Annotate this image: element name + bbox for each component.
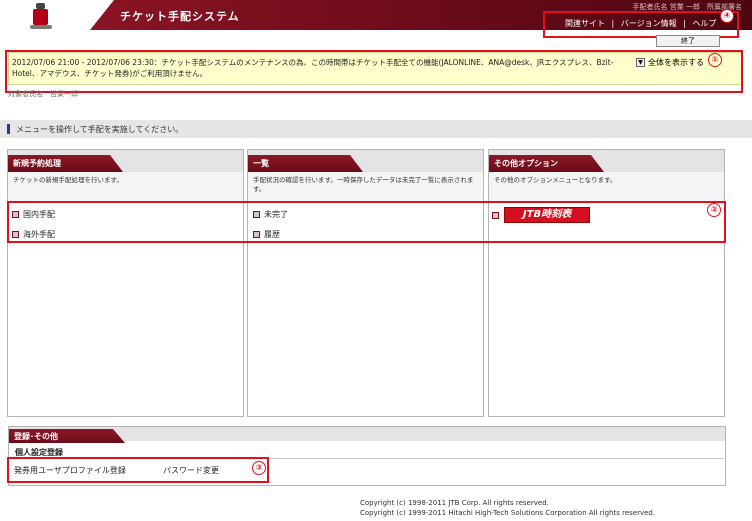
panel-title: 新規予約処理 [13, 159, 61, 168]
copyright: Copyright (c) 1998-2011 JTB Corp. All ri… [360, 498, 655, 518]
panel-title: その他オプション [494, 159, 558, 168]
target-person: 対象者氏名 営業一郎 [8, 90, 78, 98]
instruction-marker [7, 124, 10, 134]
section-tab: 登録･その他 [9, 429, 125, 443]
show-all-label: 全体を表示する [648, 58, 704, 67]
copyright-line: Copyright (c) 1999-2011 Hitachi High-Tec… [360, 509, 656, 517]
ticketing-profile-link[interactable]: 発券用ユーザプロファイル登録 [14, 465, 126, 476]
show-all-toggle[interactable]: ▼ 全体を表示する [636, 57, 704, 68]
section-title: 登録･その他 [14, 432, 58, 441]
notice-text: 2012/07/06 21:00 - 2012/07/06 23:30：チケット… [12, 58, 614, 78]
panel-description: チケットの新規手配処理を行います。 [8, 172, 243, 202]
panel-description: その他のオプションメニューとなります。 [489, 172, 724, 202]
panel-list: 一覧 手配状況の確認を行います。一時保存したデータは未完了一覧に表示されます。 [247, 149, 484, 417]
help-link[interactable]: ヘルプ [692, 19, 716, 28]
link-separator: | [611, 19, 615, 28]
copyright-line: Copyright (c) 1998-2011 JTB Corp. All ri… [360, 499, 549, 507]
panel-new-booking: 新規予約処理 チケットの新規手配処理を行います。 [7, 149, 244, 417]
panel-other-options: その他オプション その他のオプションメニューとなります。 [488, 149, 725, 417]
annotation-badge-4: ④ [720, 9, 734, 23]
version-info-link[interactable]: バージョン情報 [621, 19, 677, 28]
password-change-link[interactable]: パスワード変更 [163, 465, 219, 476]
panel-description: 手配状況の確認を行います。一時保存したデータは未完了一覧に表示されます。 [248, 172, 483, 202]
annotation-badge-1: ① [708, 53, 722, 67]
panel-title: 一覧 [253, 159, 269, 168]
panel-tab: 一覧 [248, 155, 363, 172]
link-separator: | [683, 19, 686, 28]
menu-annotation [7, 201, 726, 243]
end-button[interactable]: 終了 [656, 35, 720, 47]
annotation-badge-3: ③ [252, 461, 266, 475]
annotation-badge-2: ② [707, 203, 721, 217]
app-title: チケット手配システム [120, 10, 240, 23]
logo [30, 3, 52, 31]
expand-icon: ▼ [636, 58, 645, 67]
top-links: 関連サイト | バージョン情報 | ヘルプ [565, 18, 716, 29]
instruction-text: メニューを操作して手配を実施してください。 [16, 125, 184, 134]
instruction-bar: メニューを操作して手配を実施してください。 [0, 120, 752, 138]
panel-tab: その他オプション [489, 155, 604, 172]
panel-tab: 新規予約処理 [8, 155, 123, 172]
top-links-annotation: 関連サイト | バージョン情報 | ヘルプ ④ [543, 9, 739, 38]
related-sites-link[interactable]: 関連サイト [565, 19, 605, 28]
